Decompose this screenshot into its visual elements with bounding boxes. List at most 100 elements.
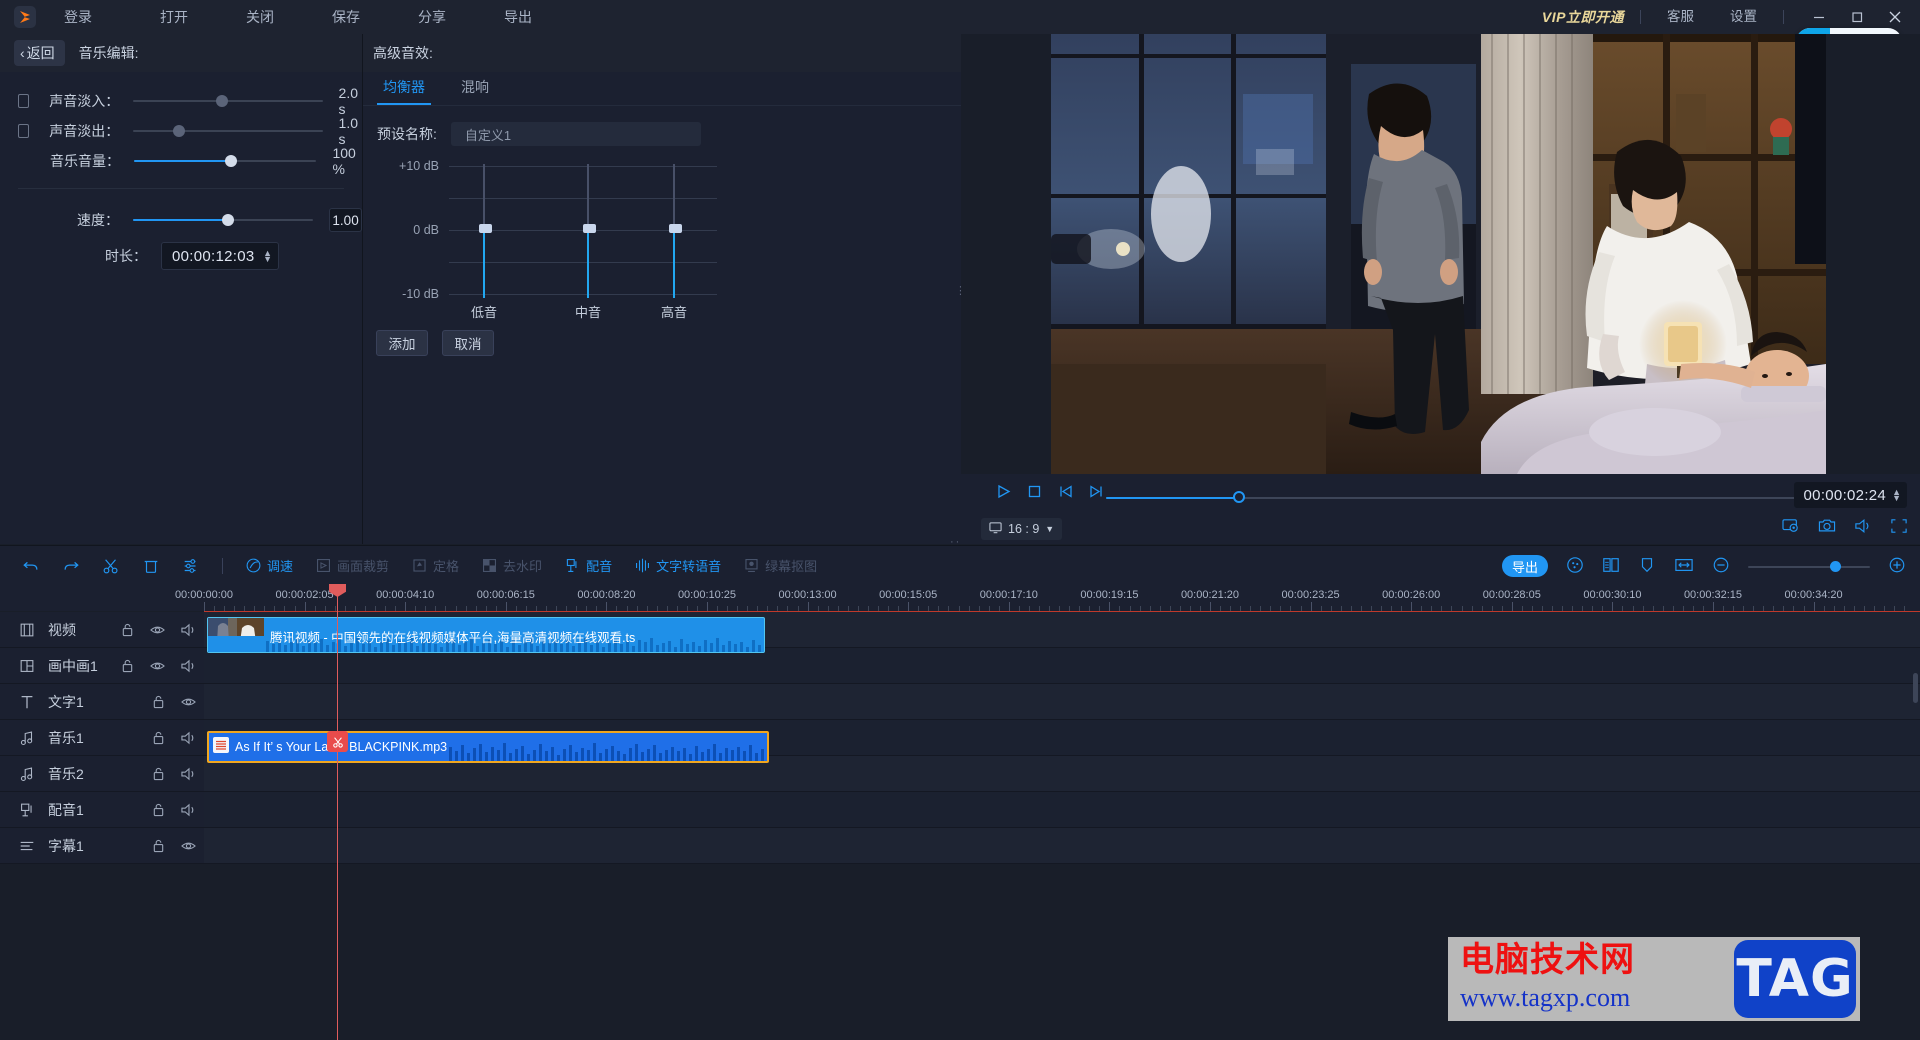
vip-upgrade-link[interactable]: VIP立即开通 xyxy=(1542,7,1624,27)
menu-item-close[interactable]: 关闭 xyxy=(238,0,282,34)
timeline-zoom-slider[interactable] xyxy=(1748,560,1870,572)
track-mute-icon[interactable] xyxy=(181,803,196,817)
track-mute-icon[interactable] xyxy=(181,623,196,637)
zoom-in-icon[interactable] xyxy=(1888,556,1906,577)
site-watermark: 电脑技术网 www.tagxp.com TAG xyxy=(1448,937,1860,1021)
track-lock-icon[interactable] xyxy=(152,695,165,709)
video-preview[interactable] xyxy=(1051,34,1826,474)
tool-dubbing[interactable]: 配音 xyxy=(564,556,612,575)
menu-item-save[interactable]: 保存 xyxy=(324,0,368,34)
redo-icon[interactable] xyxy=(62,557,80,575)
aspect-ratio-selector[interactable]: 16 : 9 ▼ xyxy=(981,518,1063,540)
duration-input[interactable]: 00:00:12:03 ▲ ▼ xyxy=(161,242,279,270)
track-visibility-icon[interactable] xyxy=(181,695,196,709)
scissors-icon[interactable] xyxy=(327,731,348,752)
tool-chroma-key[interactable]: 绿幕抠图 xyxy=(743,556,817,575)
fade-in-row: 声音淡入： 2.0 s xyxy=(0,85,362,117)
tool-remove-watermark[interactable]: 去水印 xyxy=(481,556,542,575)
volume-value: 100 % xyxy=(332,145,356,177)
menu-item-settings[interactable]: 设置 xyxy=(1720,0,1767,34)
eq-band-bass-knob[interactable] xyxy=(478,224,492,233)
track-mute-icon[interactable] xyxy=(181,731,196,745)
menu-item-login[interactable]: 登录 xyxy=(56,0,100,34)
color-icon[interactable] xyxy=(1566,556,1584,577)
track-header-文字1[interactable]: 文字1 xyxy=(0,684,204,720)
preview-seek-slider[interactable] xyxy=(1106,491,1806,503)
track-lock-icon[interactable] xyxy=(121,623,134,637)
stop-icon[interactable] xyxy=(1027,484,1042,499)
eq-band-mid-knob[interactable] xyxy=(582,224,596,233)
menu-item-support[interactable]: 客服 xyxy=(1657,0,1704,34)
speed-slider[interactable] xyxy=(132,213,314,227)
cut-icon[interactable] xyxy=(102,557,120,575)
track-mute-icon[interactable] xyxy=(181,767,196,781)
track-header-画中画1[interactable]: 画中画1 xyxy=(0,648,204,684)
track-header-字幕1[interactable]: 字幕1 xyxy=(0,828,204,864)
track-lane-文字1[interactable] xyxy=(204,684,1920,720)
eq-band-treble-knob[interactable] xyxy=(668,224,682,233)
delete-icon[interactable] xyxy=(142,557,160,575)
fade-in-checkbox[interactable] xyxy=(18,94,30,108)
tool-freeze[interactable]: 定格 xyxy=(411,556,459,575)
tab-reverb[interactable]: 混响 xyxy=(455,77,495,105)
marker-icon[interactable] xyxy=(1638,556,1656,577)
track-lock-icon[interactable] xyxy=(121,659,134,673)
duration-stepper[interactable]: ▲ ▼ xyxy=(263,249,272,264)
back-button[interactable]: ‹ 返回 xyxy=(14,40,65,66)
track-header-配音1[interactable]: 配音1 xyxy=(0,792,204,828)
split-view-icon[interactable] xyxy=(1602,556,1620,577)
fade-out-checkbox[interactable] xyxy=(18,124,30,138)
menu-item-share[interactable]: 分享 xyxy=(410,0,454,34)
volume-slider[interactable] xyxy=(133,154,317,168)
zoom-out-icon[interactable] xyxy=(1712,556,1730,577)
tool-text-to-speech[interactable]: 文字转语音 xyxy=(634,556,721,575)
track-header-视频[interactable]: 视频 xyxy=(0,612,204,648)
eq-scale-bottom: -10 dB xyxy=(402,287,439,301)
export-button[interactable]: 导出 xyxy=(1502,555,1548,577)
track-mute-icon[interactable] xyxy=(181,659,196,673)
fade-out-slider[interactable] xyxy=(133,124,323,138)
timeline-vertical-scrollbar[interactable] xyxy=(1913,673,1918,703)
track-lock-icon[interactable] xyxy=(152,731,165,745)
track-lane-字幕1[interactable] xyxy=(204,828,1920,864)
ruler-label: 00:00:04:10 xyxy=(376,589,435,601)
timeline-video-clip[interactable]: 腾讯视频 - 中国领先的在线视频媒体平台,海量高清视频在线观看.ts xyxy=(207,617,765,653)
adjust-icon[interactable] xyxy=(182,557,200,575)
volume-icon[interactable] xyxy=(1854,518,1872,534)
preset-name-input[interactable]: 自定义1 xyxy=(450,122,701,146)
track-visibility-icon[interactable] xyxy=(181,839,196,853)
fit-icon[interactable] xyxy=(1674,556,1694,577)
track-lane-配音1[interactable] xyxy=(204,792,1920,828)
tool-remove-watermark-label: 去水印 xyxy=(503,559,543,574)
preview-timecode[interactable]: 00:00:02:24 ▲ ▼ xyxy=(1793,482,1907,508)
menu-item-export[interactable]: 导出 xyxy=(496,0,540,34)
fade-in-slider[interactable] xyxy=(133,94,323,108)
menu-item-open[interactable]: 打开 xyxy=(152,0,196,34)
playhead[interactable] xyxy=(327,584,348,1040)
tool-speed[interactable]: 调速 xyxy=(245,556,293,575)
next-frame-icon[interactable] xyxy=(1089,484,1104,499)
timecode-stepper[interactable]: ▲ ▼ xyxy=(1892,488,1901,503)
tab-equalizer[interactable]: 均衡器 xyxy=(377,77,431,105)
fullscreen-icon[interactable] xyxy=(1890,518,1908,534)
track-header-音乐1[interactable]: 音乐1 xyxy=(0,720,204,756)
track-lock-icon[interactable] xyxy=(152,839,165,853)
track-visibility-icon[interactable] xyxy=(150,623,165,637)
timeline-audio-clip[interactable]: As If It’ s Your Last - BLACKPINK.mp3 xyxy=(207,731,769,763)
track-lane-画中画1[interactable] xyxy=(204,648,1920,684)
track-lock-icon[interactable] xyxy=(152,803,165,817)
play-icon[interactable] xyxy=(996,484,1011,499)
prev-frame-icon[interactable] xyxy=(1058,484,1073,499)
undo-icon[interactable] xyxy=(22,557,40,575)
track-visibility-icon[interactable] xyxy=(150,659,165,673)
track-lock-icon[interactable] xyxy=(152,767,165,781)
track-header-音乐2[interactable]: 音乐2 xyxy=(0,756,204,792)
cancel-button[interactable]: 取消 xyxy=(442,330,494,356)
tool-crop[interactable]: 画面裁剪 xyxy=(315,556,389,575)
speed-value-input[interactable]: 1.00 xyxy=(329,208,363,232)
snapshot-icon[interactable] xyxy=(1818,518,1836,534)
ruler-tick-major xyxy=(1310,602,1312,611)
timeline-ruler[interactable]: 00:00:00:00 00:00:02:05 00:00:04:10 00:00:0… xyxy=(0,585,1920,611)
add-button[interactable]: 添加 xyxy=(376,330,428,356)
render-settings-icon[interactable] xyxy=(1782,518,1800,534)
